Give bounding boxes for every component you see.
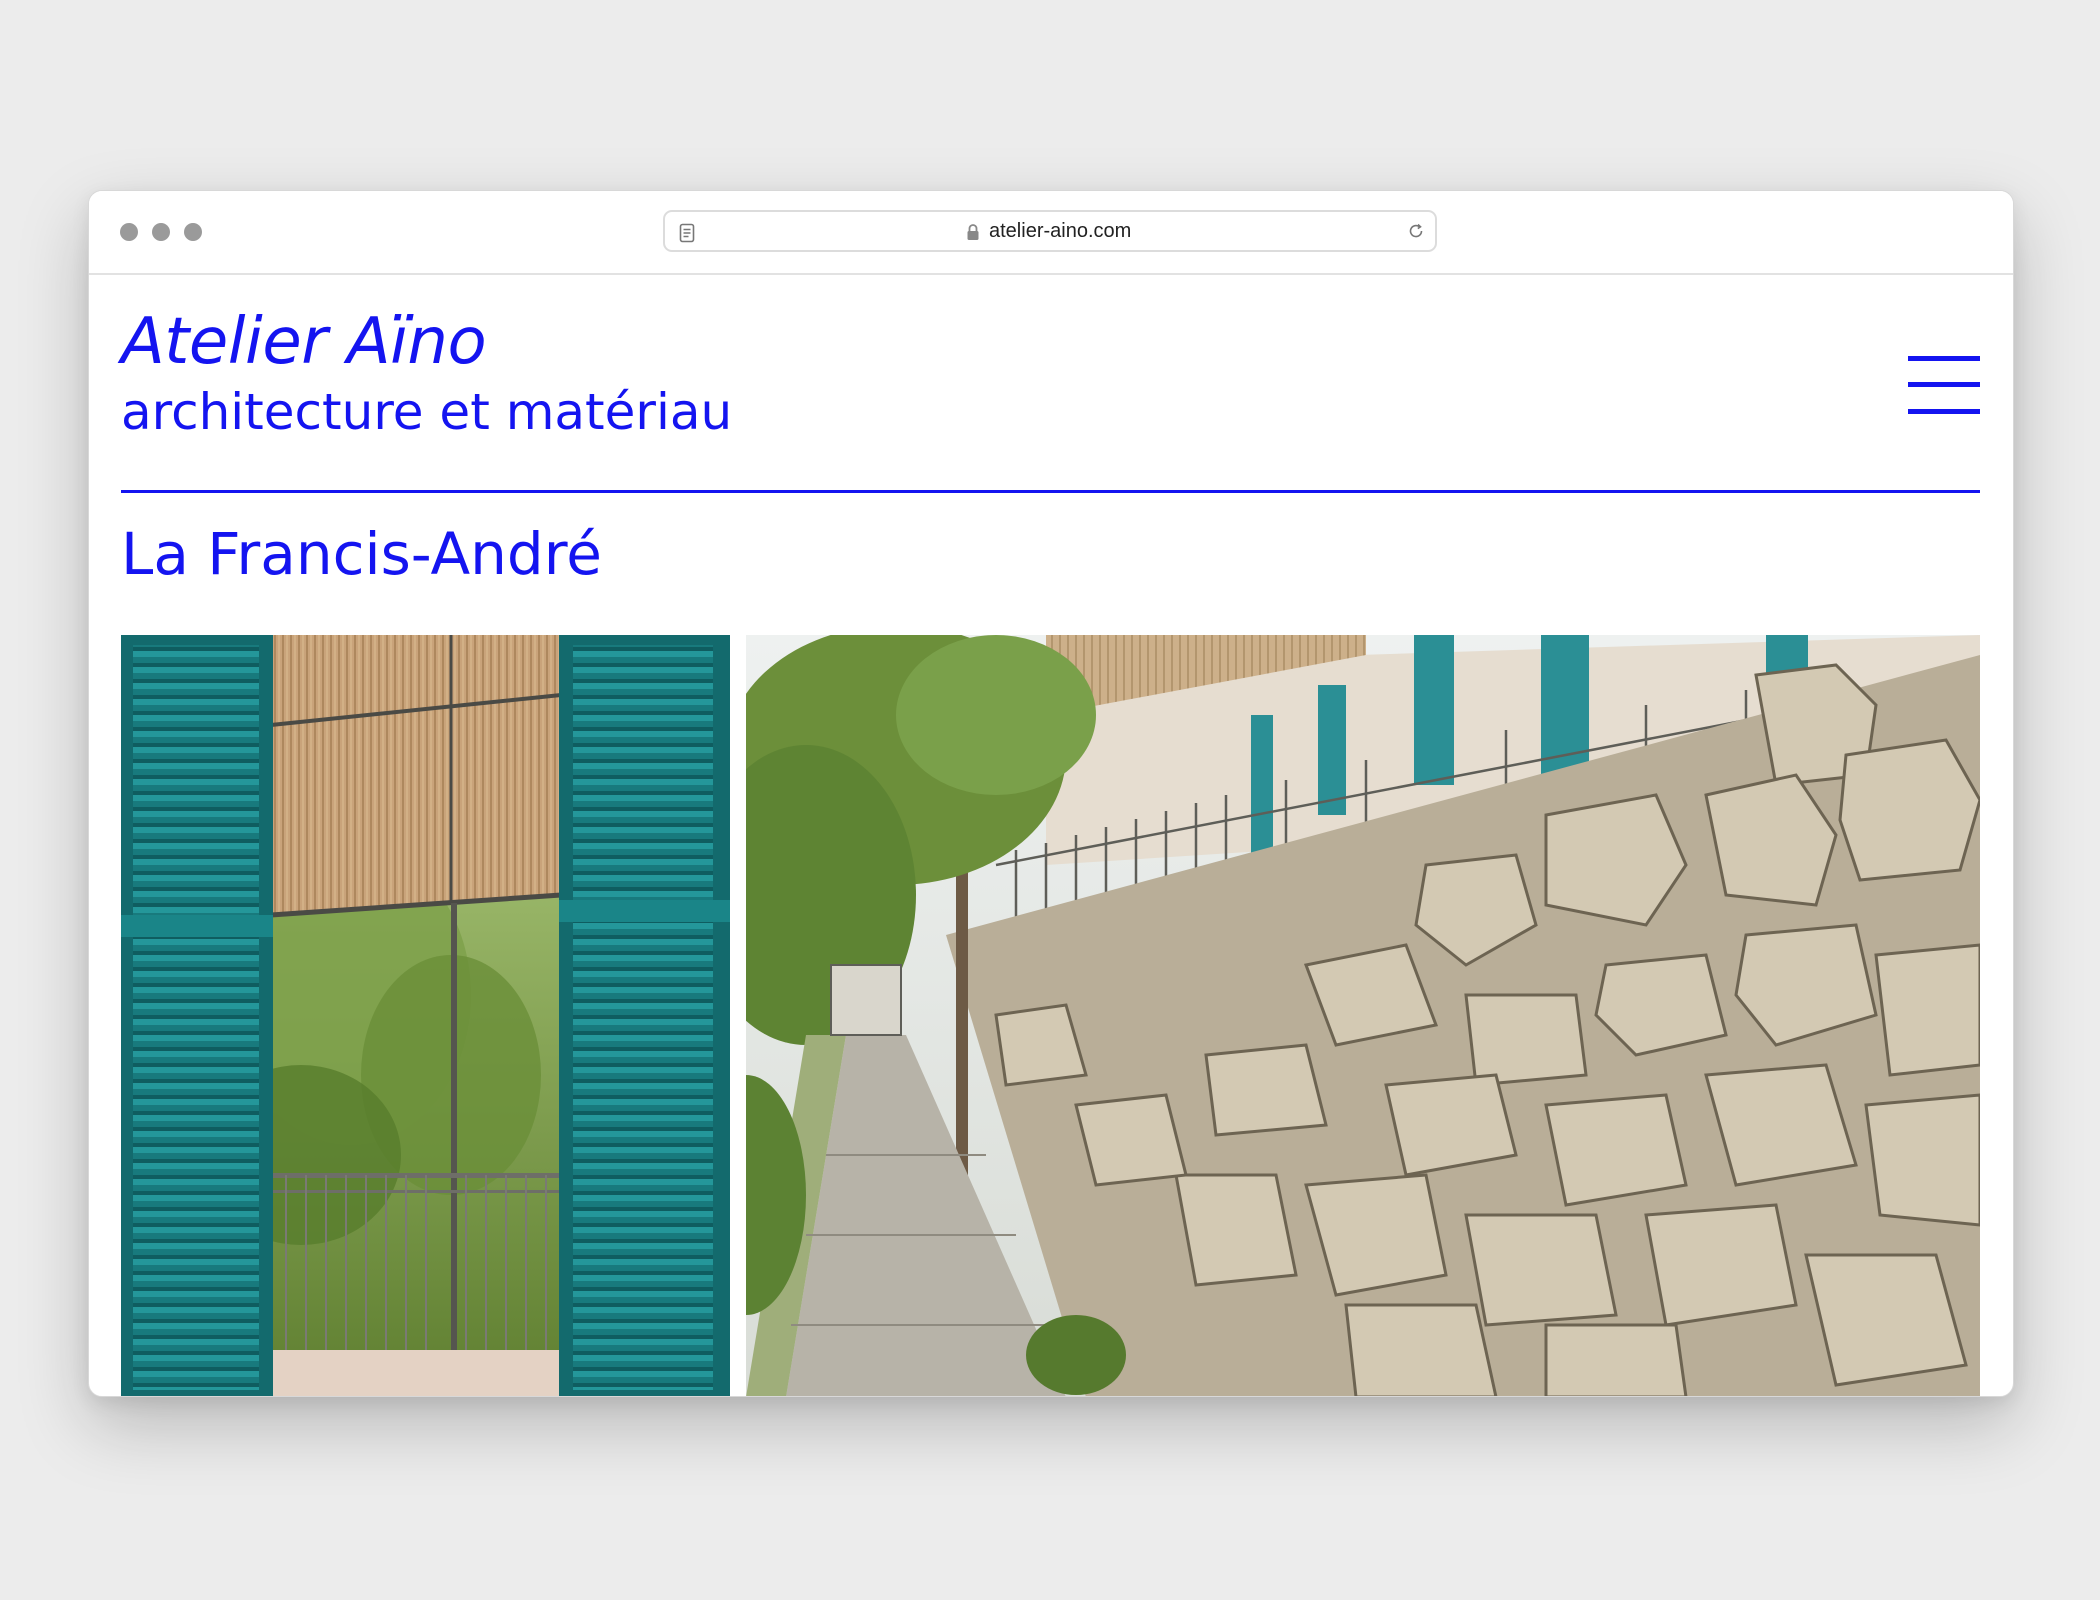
stone-wall-garden-path-photo[interactable] [746,635,1980,1396]
menu-bar-bottom [1908,409,1980,414]
hamburger-menu-icon[interactable] [1908,356,1980,414]
site-tagline: architecture et matériau [121,383,733,441]
menu-bar-middle [1908,382,1980,387]
minimize-window-button[interactable] [152,223,170,241]
project-title: La Francis-André [121,520,602,588]
close-window-button[interactable] [120,223,138,241]
header-divider [121,490,1980,493]
window-controls [120,223,202,241]
site-logo-title[interactable]: Atelier Aïno [121,304,487,380]
maximize-window-button[interactable] [184,223,202,241]
balcony-with-teal-shutters-photo[interactable] [121,635,730,1396]
browser-toolbar: atelier-aino.com [89,191,2013,275]
reader-view-icon[interactable] [679,223,695,243]
reload-icon[interactable] [1407,222,1425,240]
lock-icon [967,224,979,240]
browser-window: atelier-aino.com Atelier Aïno architectu… [88,190,2014,1397]
address-bar[interactable]: atelier-aino.com [663,210,1437,252]
url-text[interactable]: atelier-aino.com [989,212,1131,250]
menu-bar-top [1908,356,1980,361]
